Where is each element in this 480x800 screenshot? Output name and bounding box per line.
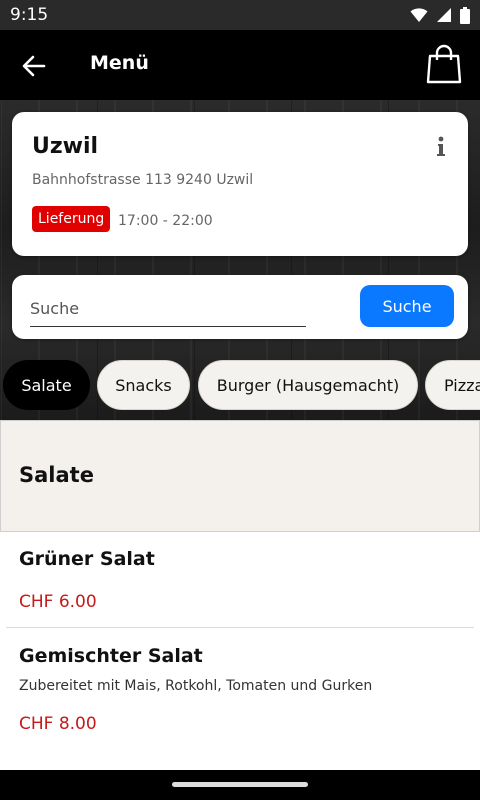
chip-pizza[interactable]: Pizza — [425, 360, 480, 410]
section-title: Salate — [19, 463, 94, 487]
search-button[interactable]: Suche — [360, 285, 454, 327]
chip-burger[interactable]: Burger (Hausgemacht) — [198, 360, 418, 410]
store-address: Bahnhofstrasse 113 9240 Uzwil — [32, 172, 254, 188]
opening-hours: 17:00 - 22:00 — [118, 213, 213, 229]
menu-item[interactable]: Gemischter Salat Zubereitet mit Mais, Ro… — [6, 628, 474, 758]
app-bar: Menü — [0, 30, 480, 100]
cart-button[interactable] — [426, 44, 462, 84]
section-header: Salate — [0, 420, 480, 532]
back-button[interactable] — [18, 50, 50, 82]
battery-icon — [460, 6, 470, 24]
item-price: CHF 6.00 — [19, 592, 97, 612]
store-card: Uzwil Bahnhofstrasse 113 9240 Uzwil Lief… — [12, 112, 468, 256]
store-name: Uzwil — [32, 134, 99, 159]
search-card: Suche — [12, 275, 468, 339]
item-price: CHF 8.00 — [19, 714, 97, 734]
home-indicator[interactable] — [172, 782, 308, 787]
chip-salate[interactable]: Salate — [3, 360, 90, 410]
status-bar: 9:15 — [0, 0, 480, 30]
delivery-badge: Lieferung — [32, 206, 111, 232]
item-name: Gemischter Salat — [19, 645, 203, 667]
info-icon — [437, 136, 445, 156]
navigation-bar — [0, 770, 480, 800]
chip-snacks[interactable]: Snacks — [97, 360, 190, 410]
signal-icon — [437, 8, 451, 22]
item-name: Grüner Salat — [19, 548, 155, 570]
status-time: 9:15 — [10, 5, 49, 25]
shopping-bag-icon — [426, 44, 462, 84]
menu-item[interactable]: Grüner Salat CHF 6.00 — [6, 532, 474, 626]
category-chips: Salate Snacks Burger (Hausgemacht) Pizza — [0, 360, 480, 412]
search-input[interactable] — [30, 291, 306, 327]
item-description: Zubereitet mit Mais, Rotkohl, Tomaten un… — [19, 678, 373, 694]
info-button[interactable] — [434, 136, 448, 158]
wifi-icon — [410, 8, 428, 22]
page-title: Menü — [90, 52, 149, 74]
status-icons — [410, 6, 470, 24]
arrow-left-icon — [22, 55, 46, 77]
